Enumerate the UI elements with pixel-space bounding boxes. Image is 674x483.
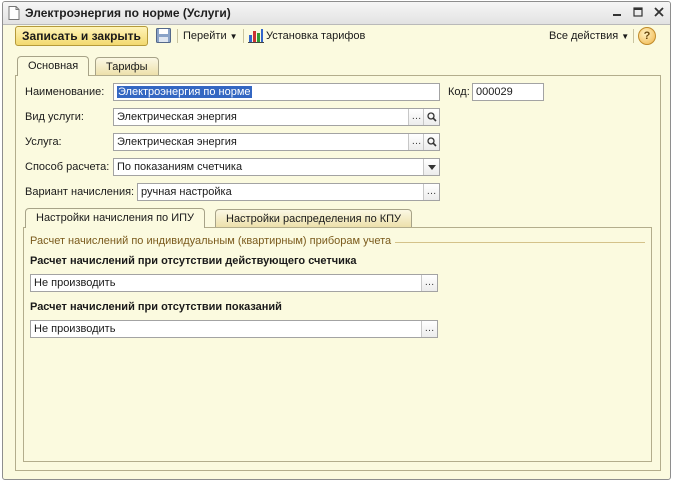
- chevron-down-icon[interactable]: [423, 159, 439, 175]
- ipu-group-title: Расчет начислений по индивидуальным (ква…: [30, 235, 396, 247]
- calc-method-label: Способ расчета:: [25, 161, 110, 173]
- goto-menu[interactable]: Перейти ▼: [183, 30, 238, 42]
- main-window: Электроэнергия по норме (Услуги) Записат…: [2, 1, 671, 480]
- floppy-disk-icon[interactable]: [156, 28, 171, 43]
- ipu-settings-panel: Расчет начислений по индивидуальным (ква…: [23, 227, 652, 462]
- tab-kpu-settings[interactable]: Настройки распределения по КПУ: [215, 209, 413, 228]
- tab-main[interactable]: Основная: [17, 56, 90, 76]
- ellipsis-icon[interactable]: …: [408, 109, 424, 125]
- maximize-icon[interactable]: [631, 5, 645, 19]
- service-input[interactable]: Электрическая энергия …: [113, 133, 440, 151]
- accrual-variant-input[interactable]: ручная настройка …: [137, 183, 440, 201]
- no-meter-input[interactable]: Не производить …: [30, 274, 438, 292]
- all-actions-menu[interactable]: Все действия ▼: [549, 30, 629, 42]
- chevron-down-icon: ▼: [229, 32, 238, 41]
- no-readings-label: Расчет начислений при отсутствии показан…: [30, 301, 282, 313]
- close-icon[interactable]: [652, 5, 666, 19]
- ellipsis-icon[interactable]: …: [408, 134, 424, 150]
- minimize-icon[interactable]: [610, 5, 624, 19]
- service-type-label: Вид услуги:: [25, 111, 84, 123]
- code-label: Код:: [448, 86, 470, 98]
- name-input[interactable]: Электроэнергия по норме: [113, 83, 440, 101]
- service-type-input[interactable]: Электрическая энергия …: [113, 108, 440, 126]
- no-meter-label: Расчет начислений при отсутствии действу…: [30, 255, 357, 267]
- no-readings-input[interactable]: Не производить …: [30, 320, 438, 338]
- code-input[interactable]: 000029: [472, 83, 544, 101]
- name-label: Наименование:: [25, 86, 105, 98]
- main-tab-panel: Наименование: Электроэнергия по норме Ко…: [15, 75, 661, 471]
- command-bar: Записать и закрыть Перейти ▼ Установка т…: [3, 24, 670, 50]
- calc-method-select[interactable]: По показаниям счетчика: [113, 158, 440, 176]
- tab-ipu-settings[interactable]: Настройки начисления по ИПУ: [25, 208, 206, 228]
- ellipsis-icon[interactable]: …: [421, 275, 437, 291]
- document-icon: [8, 6, 20, 20]
- search-icon[interactable]: [423, 134, 439, 150]
- chevron-down-icon: ▼: [621, 32, 630, 41]
- accrual-variant-label: Вариант начисления:: [25, 186, 135, 198]
- ellipsis-icon[interactable]: …: [421, 321, 437, 337]
- tab-tariffs[interactable]: Тарифы: [95, 57, 159, 76]
- title-bar: Электроэнергия по норме (Услуги): [3, 2, 670, 25]
- window-title: Электроэнергия по норме (Услуги): [25, 6, 231, 20]
- help-button[interactable]: ?: [638, 27, 656, 45]
- service-label: Услуга:: [25, 136, 62, 148]
- search-icon[interactable]: [423, 109, 439, 125]
- bar-chart-icon: [248, 29, 264, 43]
- ellipsis-icon[interactable]: …: [423, 184, 439, 200]
- save-and-close-button[interactable]: Записать и закрыть: [15, 26, 148, 46]
- tariff-setup-link[interactable]: Установка тарифов: [266, 30, 365, 42]
